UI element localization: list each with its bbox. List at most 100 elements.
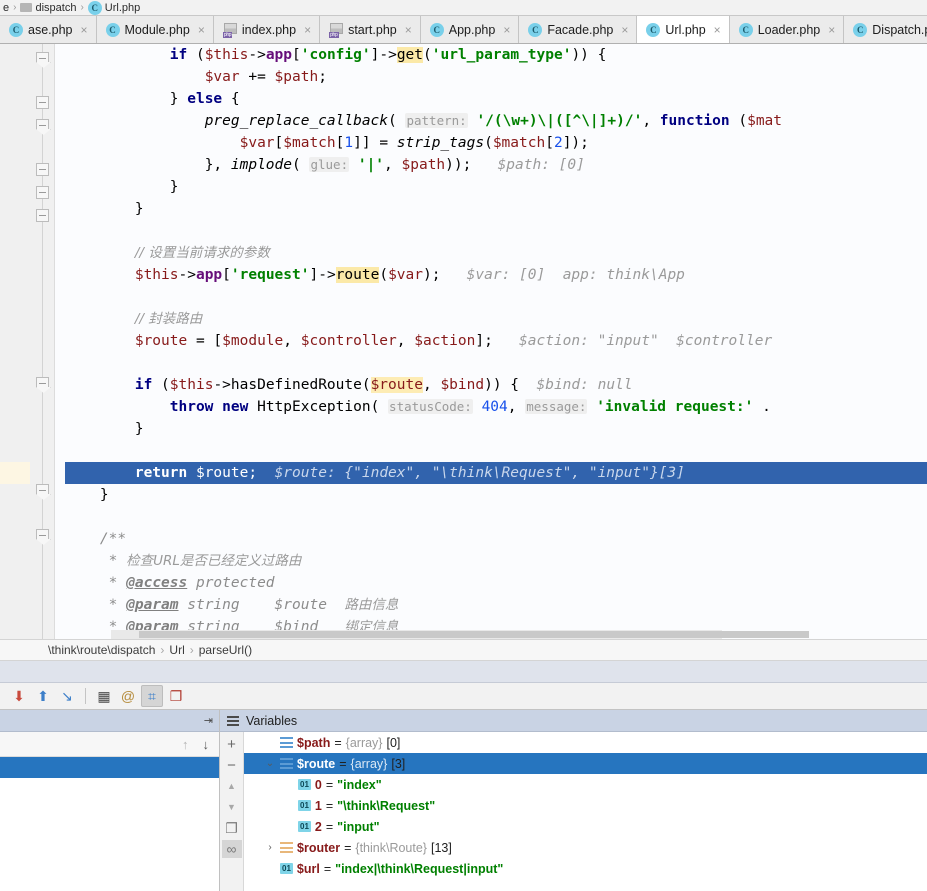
editor-tab-facade-php[interactable]: CFacade.php× (519, 16, 637, 43)
code-line-selected[interactable]: return $route; $route: {"index", "\think… (65, 462, 927, 484)
variable-equals: = (326, 778, 333, 792)
menu-icon[interactable] (227, 716, 239, 726)
phpstorm-debugger-window: e › dispatch › C Url.php Case.php×CModul… (0, 0, 927, 891)
close-icon[interactable]: × (304, 23, 311, 37)
variable-row[interactable]: ›$router={think\Route}[13] (244, 837, 927, 858)
copy-frame-icon[interactable]: ❐ (165, 685, 187, 707)
editor-tab-url-php[interactable]: CUrl.php× (637, 16, 729, 43)
fold-marker-icon[interactable] (36, 186, 49, 199)
variable-equals: = (324, 862, 331, 876)
editor-tab-app-php[interactable]: CApp.php× (421, 16, 520, 43)
code-line[interactable]: preg_replace_callback( pattern: '/(\w+)\… (65, 110, 927, 132)
code-line[interactable]: } (65, 198, 927, 220)
breadcrumb-class[interactable]: Url (169, 643, 184, 657)
close-icon[interactable]: × (80, 23, 87, 37)
frames-pane-header: ⇥ (0, 710, 219, 732)
code-line[interactable]: throw new HttpException( statusCode: 404… (65, 396, 927, 418)
variable-row[interactable]: 01$url="index|\think\Request|input" (244, 858, 927, 879)
editor-code-folding-gutter[interactable] (30, 44, 55, 639)
close-icon[interactable]: × (405, 23, 412, 37)
fold-marker-icon[interactable] (36, 52, 49, 62)
code-line[interactable]: } (65, 176, 927, 198)
code-line[interactable]: $var[$match[1]] = strip_tags($match[2]); (65, 132, 927, 154)
fold-marker-icon[interactable] (36, 377, 49, 387)
fold-marker-icon[interactable] (36, 209, 49, 222)
code-line-blank[interactable] (65, 286, 927, 308)
code-line-blank[interactable] (65, 220, 927, 242)
breadcrumb-folder-dispatch[interactable]: dispatch (17, 2, 79, 14)
copy-value-button[interactable]: ❐ (222, 819, 242, 837)
fold-marker-icon[interactable] (36, 119, 49, 129)
close-icon[interactable]: × (503, 23, 510, 37)
expander-icon[interactable]: ⌄ (264, 758, 276, 769)
code-line-blank[interactable] (65, 506, 927, 528)
editor-horizontal-scrollbar[interactable] (111, 630, 722, 639)
code-line[interactable]: * @param string $route 路由信息 (65, 594, 927, 616)
code-line[interactable]: * @access protected (65, 572, 927, 594)
breadcrumb-namespace[interactable]: \think\route\dispatch (48, 643, 155, 657)
breadcrumb-file-url[interactable]: C Url.php (85, 1, 143, 15)
editor-tab-module-php[interactable]: CModule.php× (97, 16, 214, 43)
variable-row[interactable]: 012="input" (244, 816, 927, 837)
sort-ascending-icon[interactable]: ↑ (182, 737, 189, 752)
breadcrumb-method[interactable]: parseUrl() (199, 643, 252, 657)
frames-list[interactable] (0, 757, 219, 891)
code-line-blank[interactable] (65, 440, 927, 462)
variable-row[interactable]: 010="index" (244, 774, 927, 795)
variable-row[interactable]: $path={array}[0] (244, 732, 927, 753)
code-line[interactable]: /** (65, 528, 927, 550)
fold-marker-icon[interactable] (36, 96, 49, 109)
editor-tab-start-php[interactable]: start.php× (320, 16, 421, 43)
show-values-inline-icon[interactable]: ⌗ (141, 685, 163, 707)
editor-tab-dispatch-php[interactable]: CDispatch.php× (844, 16, 927, 43)
code-text-area[interactable]: if ($this->app['config']->get('url_param… (55, 44, 927, 639)
code-line[interactable]: }, implode( glue: '|', $path)); $path: [… (65, 154, 927, 176)
code-line[interactable]: * 检查URL是否已经定义过路由 (65, 550, 927, 572)
close-icon[interactable]: × (714, 23, 721, 37)
frames-settings-icon[interactable]: ⇥ (204, 714, 213, 727)
code-line[interactable]: $route = [$module, $controller, $action]… (65, 330, 927, 352)
variable-name: 0 (315, 778, 322, 792)
sort-descending-icon[interactable]: ↓ (203, 737, 210, 752)
scrollbar-thumb[interactable] (139, 631, 809, 638)
variable-row[interactable]: ⌄$route={array}[3] (244, 753, 927, 774)
variables-tree[interactable]: $path={array}[0]⌄$route={array}[3]010="i… (244, 732, 927, 891)
fold-marker-icon[interactable] (36, 163, 49, 176)
code-line-blank[interactable] (65, 352, 927, 374)
variable-row[interactable]: 011="\think\Request" (244, 795, 927, 816)
close-icon[interactable]: × (828, 23, 835, 37)
expander-icon[interactable]: › (264, 842, 276, 853)
code-line[interactable]: } else { (65, 88, 927, 110)
fold-marker-icon[interactable] (36, 484, 49, 494)
inspect-button[interactable]: ∞ (222, 840, 242, 858)
code-line[interactable]: } (65, 484, 927, 506)
code-line[interactable]: if ($this->hasDefinedRoute($route, $bind… (65, 374, 927, 396)
code-line[interactable]: // 封装路由 (65, 308, 927, 330)
close-icon[interactable]: × (198, 23, 205, 37)
add-watch-button[interactable]: + (222, 735, 242, 753)
evaluate-expression-icon[interactable]: ▦ (93, 685, 115, 707)
at-symbol-icon[interactable]: @ (117, 685, 139, 707)
fold-marker-icon[interactable] (36, 529, 49, 539)
move-up-button[interactable]: ▲ (222, 777, 242, 795)
variable-equals: = (326, 799, 333, 813)
step-into-icon[interactable]: ⬇ (8, 685, 30, 707)
remove-watch-button[interactable]: − (222, 756, 242, 774)
run-to-cursor-icon[interactable]: ↘ (56, 685, 78, 707)
code-line[interactable]: $var += $path; (65, 66, 927, 88)
editor-line-marker-gutter[interactable] (0, 44, 30, 639)
frame-row-selected[interactable] (0, 757, 219, 778)
editor-tab-index-php[interactable]: index.php× (214, 16, 320, 43)
code-line[interactable]: } (65, 418, 927, 440)
move-down-button[interactable]: ▼ (222, 798, 242, 816)
editor-tab-ase-php[interactable]: Case.php× (0, 16, 97, 43)
step-out-icon[interactable]: ⬆ (32, 685, 54, 707)
code-line[interactable]: $this->app['request']->route($var); $var… (65, 264, 927, 286)
breadcrumb-truncated-segment[interactable]: e (0, 2, 12, 14)
code-line[interactable]: if ($this->app['config']->get('url_param… (65, 44, 927, 66)
php-class-icon: C (739, 23, 753, 37)
close-icon[interactable]: × (621, 23, 628, 37)
editor-tab-loader-php[interactable]: CLoader.php× (730, 16, 845, 43)
code-line[interactable]: // 设置当前请求的参数 (65, 242, 927, 264)
php-class-icon: C (853, 23, 867, 37)
